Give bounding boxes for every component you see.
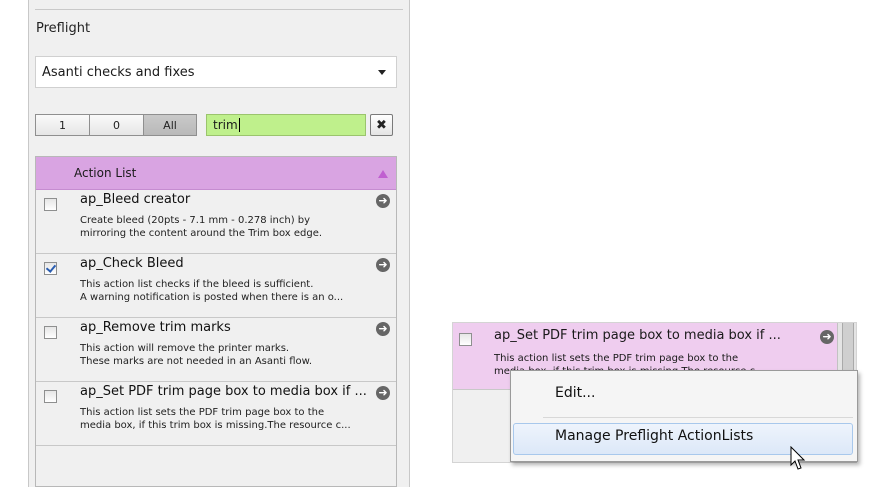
search-input-value: trim bbox=[213, 118, 238, 132]
run-arrow-icon[interactable]: ➜ bbox=[376, 322, 390, 336]
action-list: Action List ap_Bleed creator Create blee… bbox=[35, 156, 397, 487]
filter-button-all[interactable]: All bbox=[143, 114, 197, 136]
clear-search-button[interactable]: ✖ bbox=[370, 114, 393, 136]
checkbox[interactable] bbox=[44, 390, 57, 403]
run-arrow-icon[interactable]: ➜ bbox=[820, 330, 834, 344]
preflight-panel: Preflight Asanti checks and fixes 1 0 Al… bbox=[28, 0, 410, 487]
description-line: media box, if this trim box is missing.T… bbox=[80, 420, 351, 431]
sort-ascending-icon[interactable] bbox=[378, 170, 388, 178]
description-line: Create bleed (20pts - 7.1 mm - 0.278 inc… bbox=[80, 215, 311, 226]
description-line: This action list sets the PDF trim page … bbox=[494, 353, 739, 364]
description-line: This action list checks if the bleed is … bbox=[80, 279, 314, 290]
list-item-name: ap_Remove trim marks bbox=[80, 320, 231, 335]
mouse-pointer-icon bbox=[790, 446, 806, 470]
filter-button-1[interactable]: 1 bbox=[35, 114, 89, 136]
description-line: mirroring the content around the Trim bo… bbox=[80, 228, 323, 239]
menu-item-manage-actionlists[interactable]: Manage Preflight ActionLists bbox=[555, 428, 753, 444]
checkbox[interactable] bbox=[44, 198, 57, 211]
list-item[interactable]: ap_Set PDF trim page box to media box if… bbox=[36, 382, 396, 446]
list-item-description: This action will remove the printer mark… bbox=[80, 342, 312, 368]
divider bbox=[35, 9, 403, 10]
menu-separator bbox=[543, 417, 853, 418]
checkbox[interactable] bbox=[44, 326, 57, 339]
description-line: This action will remove the printer mark… bbox=[80, 343, 290, 354]
list-item[interactable]: ap_Check Bleed This action list checks i… bbox=[36, 254, 396, 318]
action-list-header[interactable]: Action List bbox=[36, 157, 396, 190]
list-item-description: Create bleed (20pts - 7.1 mm - 0.278 inc… bbox=[80, 214, 322, 240]
list-item-name: ap_Set PDF trim page box to media box if… bbox=[494, 328, 781, 343]
list-item-name: ap_Set PDF trim page box to media box if… bbox=[80, 384, 367, 399]
action-list-header-label: Action List bbox=[74, 166, 137, 180]
run-arrow-icon[interactable]: ➜ bbox=[376, 194, 390, 208]
panel-title: Preflight bbox=[36, 21, 91, 36]
list-item[interactable]: ap_Remove trim marks This action will re… bbox=[36, 318, 396, 382]
list-item-name: ap_Bleed creator bbox=[80, 192, 191, 207]
list-item-description: This action list sets the PDF trim page … bbox=[80, 406, 351, 432]
menu-item-edit[interactable]: Edit... bbox=[555, 385, 595, 401]
filter-segmented-control: 1 0 All bbox=[35, 114, 197, 136]
description-line: These marks are not needed in an Asanti … bbox=[80, 356, 313, 367]
filter-button-0[interactable]: 0 bbox=[89, 114, 143, 136]
description-line: A warning notification is posted when th… bbox=[80, 292, 344, 303]
text-caret bbox=[238, 118, 240, 132]
run-arrow-icon[interactable]: ➜ bbox=[376, 386, 390, 400]
description-line: This action list sets the PDF trim page … bbox=[80, 407, 325, 418]
checkbox[interactable] bbox=[44, 262, 57, 275]
list-item-name: ap_Check Bleed bbox=[80, 256, 184, 271]
close-icon: ✖ bbox=[376, 117, 387, 133]
profile-dropdown[interactable]: Asanti checks and fixes bbox=[35, 56, 397, 88]
list-item[interactable]: ap_Bleed creator Create bleed (20pts - 7… bbox=[36, 190, 396, 254]
checkbox[interactable] bbox=[459, 333, 472, 346]
list-item-description: This action list checks if the bleed is … bbox=[80, 278, 343, 304]
search-input[interactable]: trim bbox=[206, 114, 366, 136]
chevron-down-icon bbox=[378, 70, 386, 75]
profile-dropdown-value: Asanti checks and fixes bbox=[42, 64, 195, 80]
run-arrow-icon[interactable]: ➜ bbox=[376, 258, 390, 272]
